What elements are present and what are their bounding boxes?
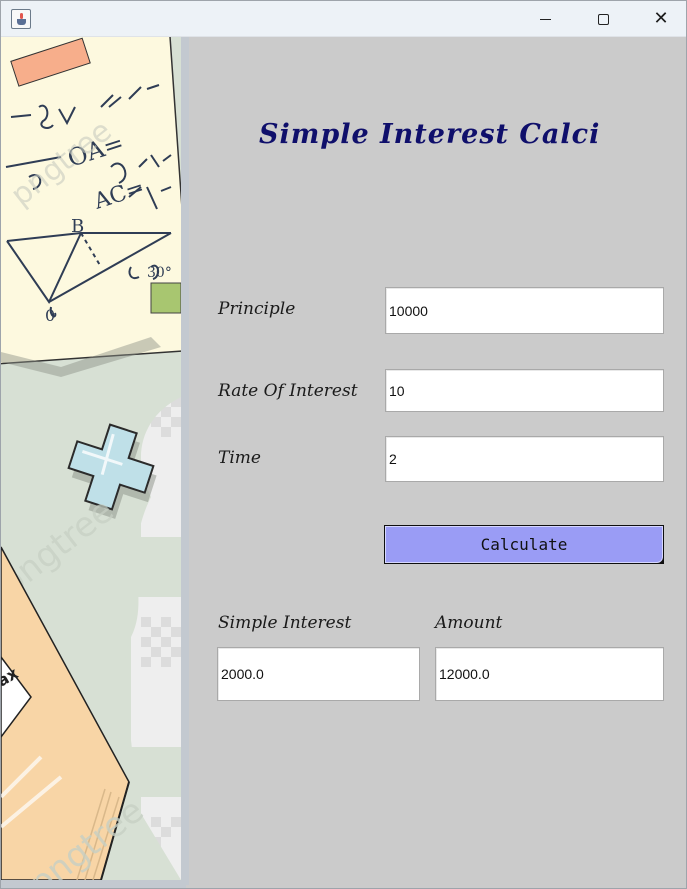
app-window: ✕ B 0 30° OA= AC= pngtree pngtree ax png… bbox=[0, 0, 687, 889]
bottom-edge bbox=[1, 880, 186, 888]
calculate-button[interactable]: Calculate bbox=[384, 525, 664, 564]
simple-interest-output[interactable] bbox=[217, 647, 420, 701]
minimize-icon bbox=[539, 18, 551, 20]
maximize-icon bbox=[597, 13, 609, 25]
maximize-button[interactable] bbox=[574, 1, 632, 37]
close-icon: ✕ bbox=[653, 8, 669, 29]
svg-text:0: 0 bbox=[45, 306, 55, 325]
close-button[interactable]: ✕ bbox=[632, 1, 686, 37]
java-cup-icon[interactable] bbox=[11, 9, 31, 29]
calculate-button-label: Calculate bbox=[385, 526, 663, 563]
time-label: Time bbox=[218, 448, 261, 468]
principle-input[interactable] bbox=[385, 287, 664, 334]
title-bar[interactable]: ✕ bbox=[1, 1, 686, 37]
time-input[interactable] bbox=[385, 436, 664, 482]
svg-text:B: B bbox=[71, 216, 84, 237]
amount-label: Amount bbox=[435, 613, 503, 633]
math-background-image: B 0 30° OA= AC= pngtree pngtree ax pngtr… bbox=[1, 37, 181, 880]
minimize-button[interactable] bbox=[516, 1, 574, 37]
panel-divider bbox=[181, 37, 189, 885]
rate-of-interest-label: Rate Of Interest bbox=[218, 381, 358, 401]
svg-text:30°: 30° bbox=[147, 265, 172, 281]
amount-output[interactable] bbox=[435, 647, 664, 701]
principle-label: Principle bbox=[218, 299, 296, 319]
rate-of-interest-input[interactable] bbox=[385, 369, 664, 412]
page-title: Simple Interest Calci bbox=[259, 119, 601, 150]
simple-interest-label: Simple Interest bbox=[218, 613, 352, 633]
